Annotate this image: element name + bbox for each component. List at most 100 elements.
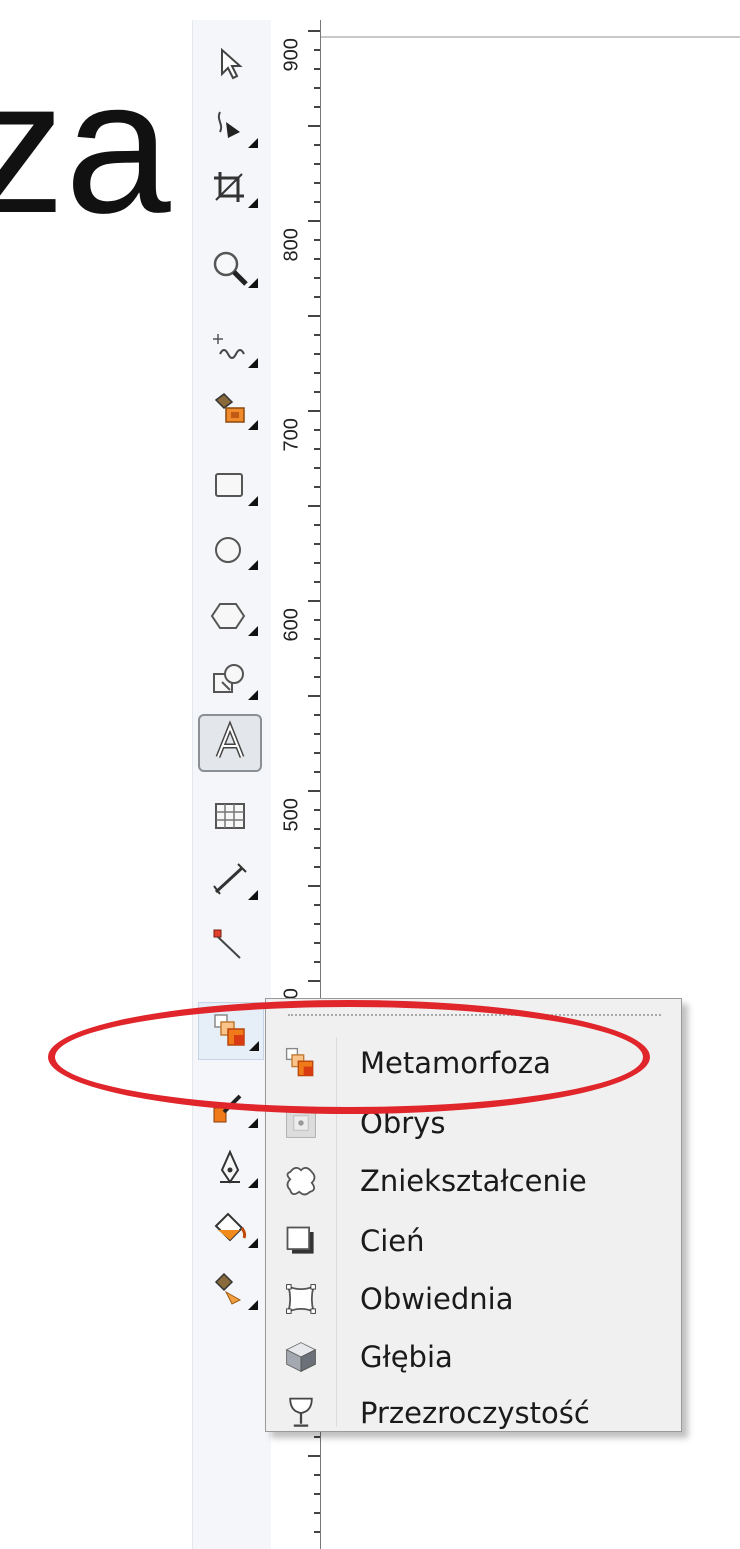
ruler-tick [314,828,320,830]
ruler-tick [308,30,320,32]
ruler-tick [308,220,320,222]
ellipse-icon [215,537,241,563]
dimension-tool-button[interactable] [198,852,262,908]
flyout-indicator [248,1300,258,1310]
ellipse-tool-button[interactable] [198,522,262,578]
smart-fill-tool-button[interactable] [198,382,262,438]
ruler-tick [308,695,320,697]
flyout-indicator [248,420,258,430]
ruler-tick [308,125,320,127]
text-tool-button[interactable] [198,714,262,772]
ruler-tick [308,315,320,317]
ruler-tick [314,638,320,640]
ruler-tick [314,923,320,925]
interactive-fill-tool-button[interactable] [198,1262,262,1318]
flyout-indicator [248,560,258,570]
canvas-edge [321,36,740,38]
menu-item-envelope[interactable]: Obwiednia [270,1271,675,1327]
menu-item-label: Przezroczystość [360,1396,590,1430]
table-tool-button[interactable] [198,788,262,844]
pick-tool-button[interactable] [198,36,262,92]
ruler-tick [314,904,320,906]
ruler-tick [314,866,320,868]
polygon-tool-button[interactable] [198,588,262,644]
zoom-tool-button[interactable] [198,240,262,296]
ruler-label: 700 [280,418,303,452]
ruler-tick [314,961,320,963]
text-a-icon [215,720,245,758]
table-icon [215,803,245,829]
ruler-tick [314,676,320,678]
ruler-label: 500 [280,798,303,832]
ruler-label: 900 [280,38,303,72]
ruler-tick [314,353,320,355]
ruler-tick [314,619,320,621]
ruler-tick [308,790,320,792]
ruler-tick [314,106,320,108]
ruler-tick [314,49,320,51]
crop-icon [214,172,244,202]
ruler-tick [314,334,320,336]
connector-tool-button[interactable] [198,918,262,974]
transparency-icon [289,1397,313,1427]
dimension-icon [213,863,247,895]
menu-item-distort[interactable]: Zniekształcenie [270,1153,675,1209]
ruler-tick [314,1474,320,1476]
ruler-tick [314,68,320,70]
flyout-indicator [248,890,258,900]
ruler-tick [314,239,320,241]
ruler-tick [314,1493,320,1495]
flyout-indicator [248,626,258,636]
basic-shapes-tool-button[interactable] [198,652,262,708]
flyout-indicator [248,1118,258,1128]
menu-item-transparency[interactable]: Przezroczystość [270,1385,675,1441]
ruler-tick [314,562,320,564]
ruler-tick [308,410,320,412]
rectangle-icon [215,473,243,497]
ruler-tick [314,467,320,469]
ruler-tick [314,847,320,849]
ruler-tick [308,980,320,982]
rectangle-tool-button[interactable] [198,458,262,514]
menu-item-label: Zniekształcenie [360,1164,587,1198]
basic-shapes-icon [213,664,244,693]
ruler-tick [314,163,320,165]
pen-nib-icon [220,1149,240,1184]
highlight-annotation-ellipse [48,1000,650,1114]
ruler-tick [314,1512,320,1514]
ruler-tick [314,258,320,260]
ruler-tick [314,524,320,526]
ruler-tick [308,505,320,507]
menu-item-extrude[interactable]: Głębia [270,1329,675,1385]
interactive-fill-icon [214,1272,242,1305]
ruler-tick [308,1455,320,1457]
ruler-tick [314,752,320,754]
freehand-tool-button[interactable] [198,320,262,376]
freehand-icon [213,334,245,359]
flyout-indicator [248,690,258,700]
ruler-tick [314,809,320,811]
ruler-tick [314,296,320,298]
ruler-tick [314,87,320,89]
distort-icon [286,1167,316,1196]
polygon-icon [210,603,246,629]
menu-item-drop-shadow[interactable]: Cień [270,1213,675,1269]
menu-item-label: Cień [360,1224,425,1258]
fill-tool-button[interactable] [198,1200,262,1256]
drop-shadow-icon [286,1226,314,1254]
ruler-tick [308,885,320,887]
crop-tool-button[interactable] [198,160,262,216]
ruler-tick [314,714,320,716]
ruler-tick [314,581,320,583]
ruler-tick [314,429,320,431]
node-edit-icon [217,111,240,138]
ruler-tick [314,201,320,203]
shape-tool-button[interactable] [198,100,262,156]
extrude-icon [285,1342,317,1373]
ruler-label: 800 [280,228,303,262]
arrow-cursor-icon [221,47,243,80]
ruler-tick [314,448,320,450]
paint-bucket-icon [214,1212,247,1242]
outline-tool-button[interactable] [198,1140,262,1196]
flyout-indicator [248,198,258,208]
